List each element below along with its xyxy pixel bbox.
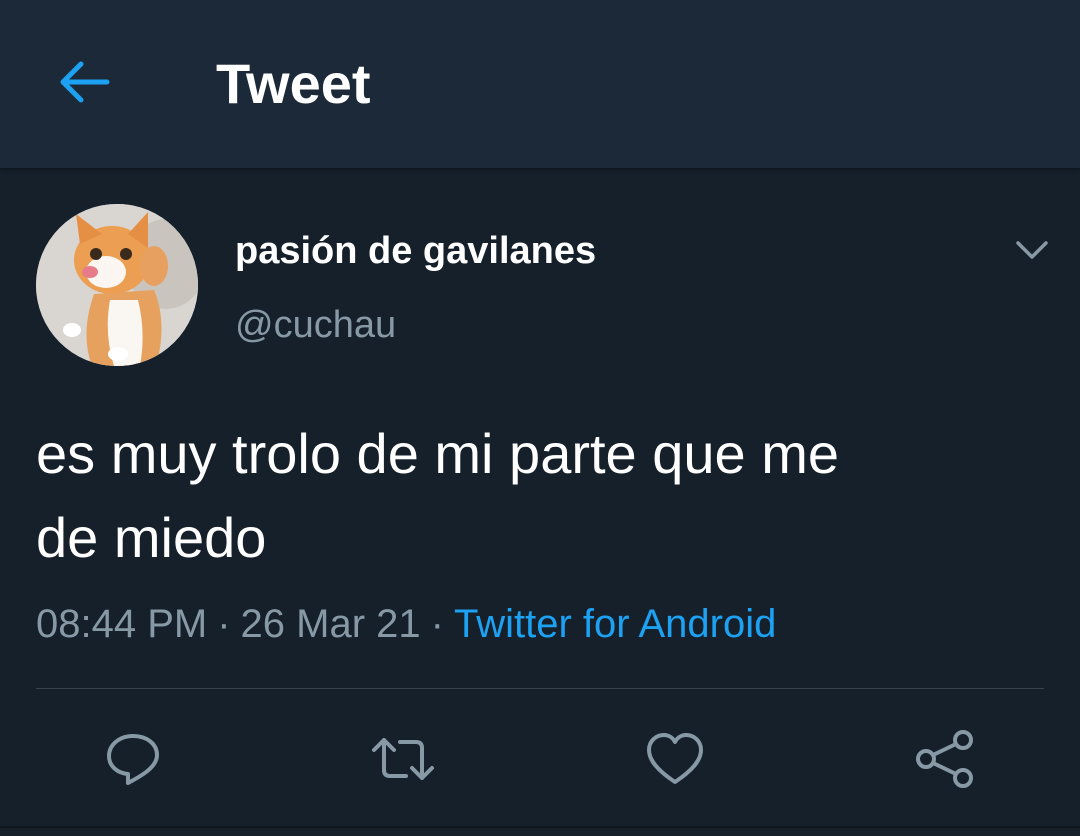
bottom-border [0, 826, 1080, 828]
retweet-button[interactable] [370, 726, 436, 792]
author-display-name[interactable]: pasión de gavilanes [235, 228, 596, 274]
back-button[interactable] [52, 50, 116, 114]
top-app-bar: Tweet [0, 0, 1080, 168]
page-title: Tweet [216, 52, 371, 115]
divider [36, 688, 1044, 689]
cat-photo-avatar [36, 204, 198, 366]
tweet-time: 08:44 PM [36, 602, 208, 646]
tweet-menu-button[interactable] [1006, 228, 1058, 272]
avatar[interactable] [36, 204, 198, 366]
tweet-source-link[interactable]: Twitter for Android [454, 602, 776, 646]
tweet-date: 26 Mar 21 [240, 602, 421, 646]
share-icon [916, 730, 973, 788]
chevron-down-icon [1016, 241, 1048, 259]
meta-separator: · [430, 602, 444, 646]
arrow-left-icon [60, 61, 110, 103]
reply-icon [107, 734, 159, 785]
reply-button[interactable] [100, 726, 166, 792]
heart-icon [647, 733, 703, 784]
like-button[interactable] [642, 726, 708, 792]
meta-separator: · [217, 602, 231, 646]
tweet-metadata: 08:44 PM · 26 Mar 21 · Twitter for Android [36, 600, 776, 648]
retweet-icon [372, 738, 434, 780]
tweet-text: es muy trolo de mi parte que me de miedo [36, 422, 840, 569]
share-button[interactable] [912, 726, 978, 792]
author-handle[interactable]: @cuchau [235, 302, 396, 348]
